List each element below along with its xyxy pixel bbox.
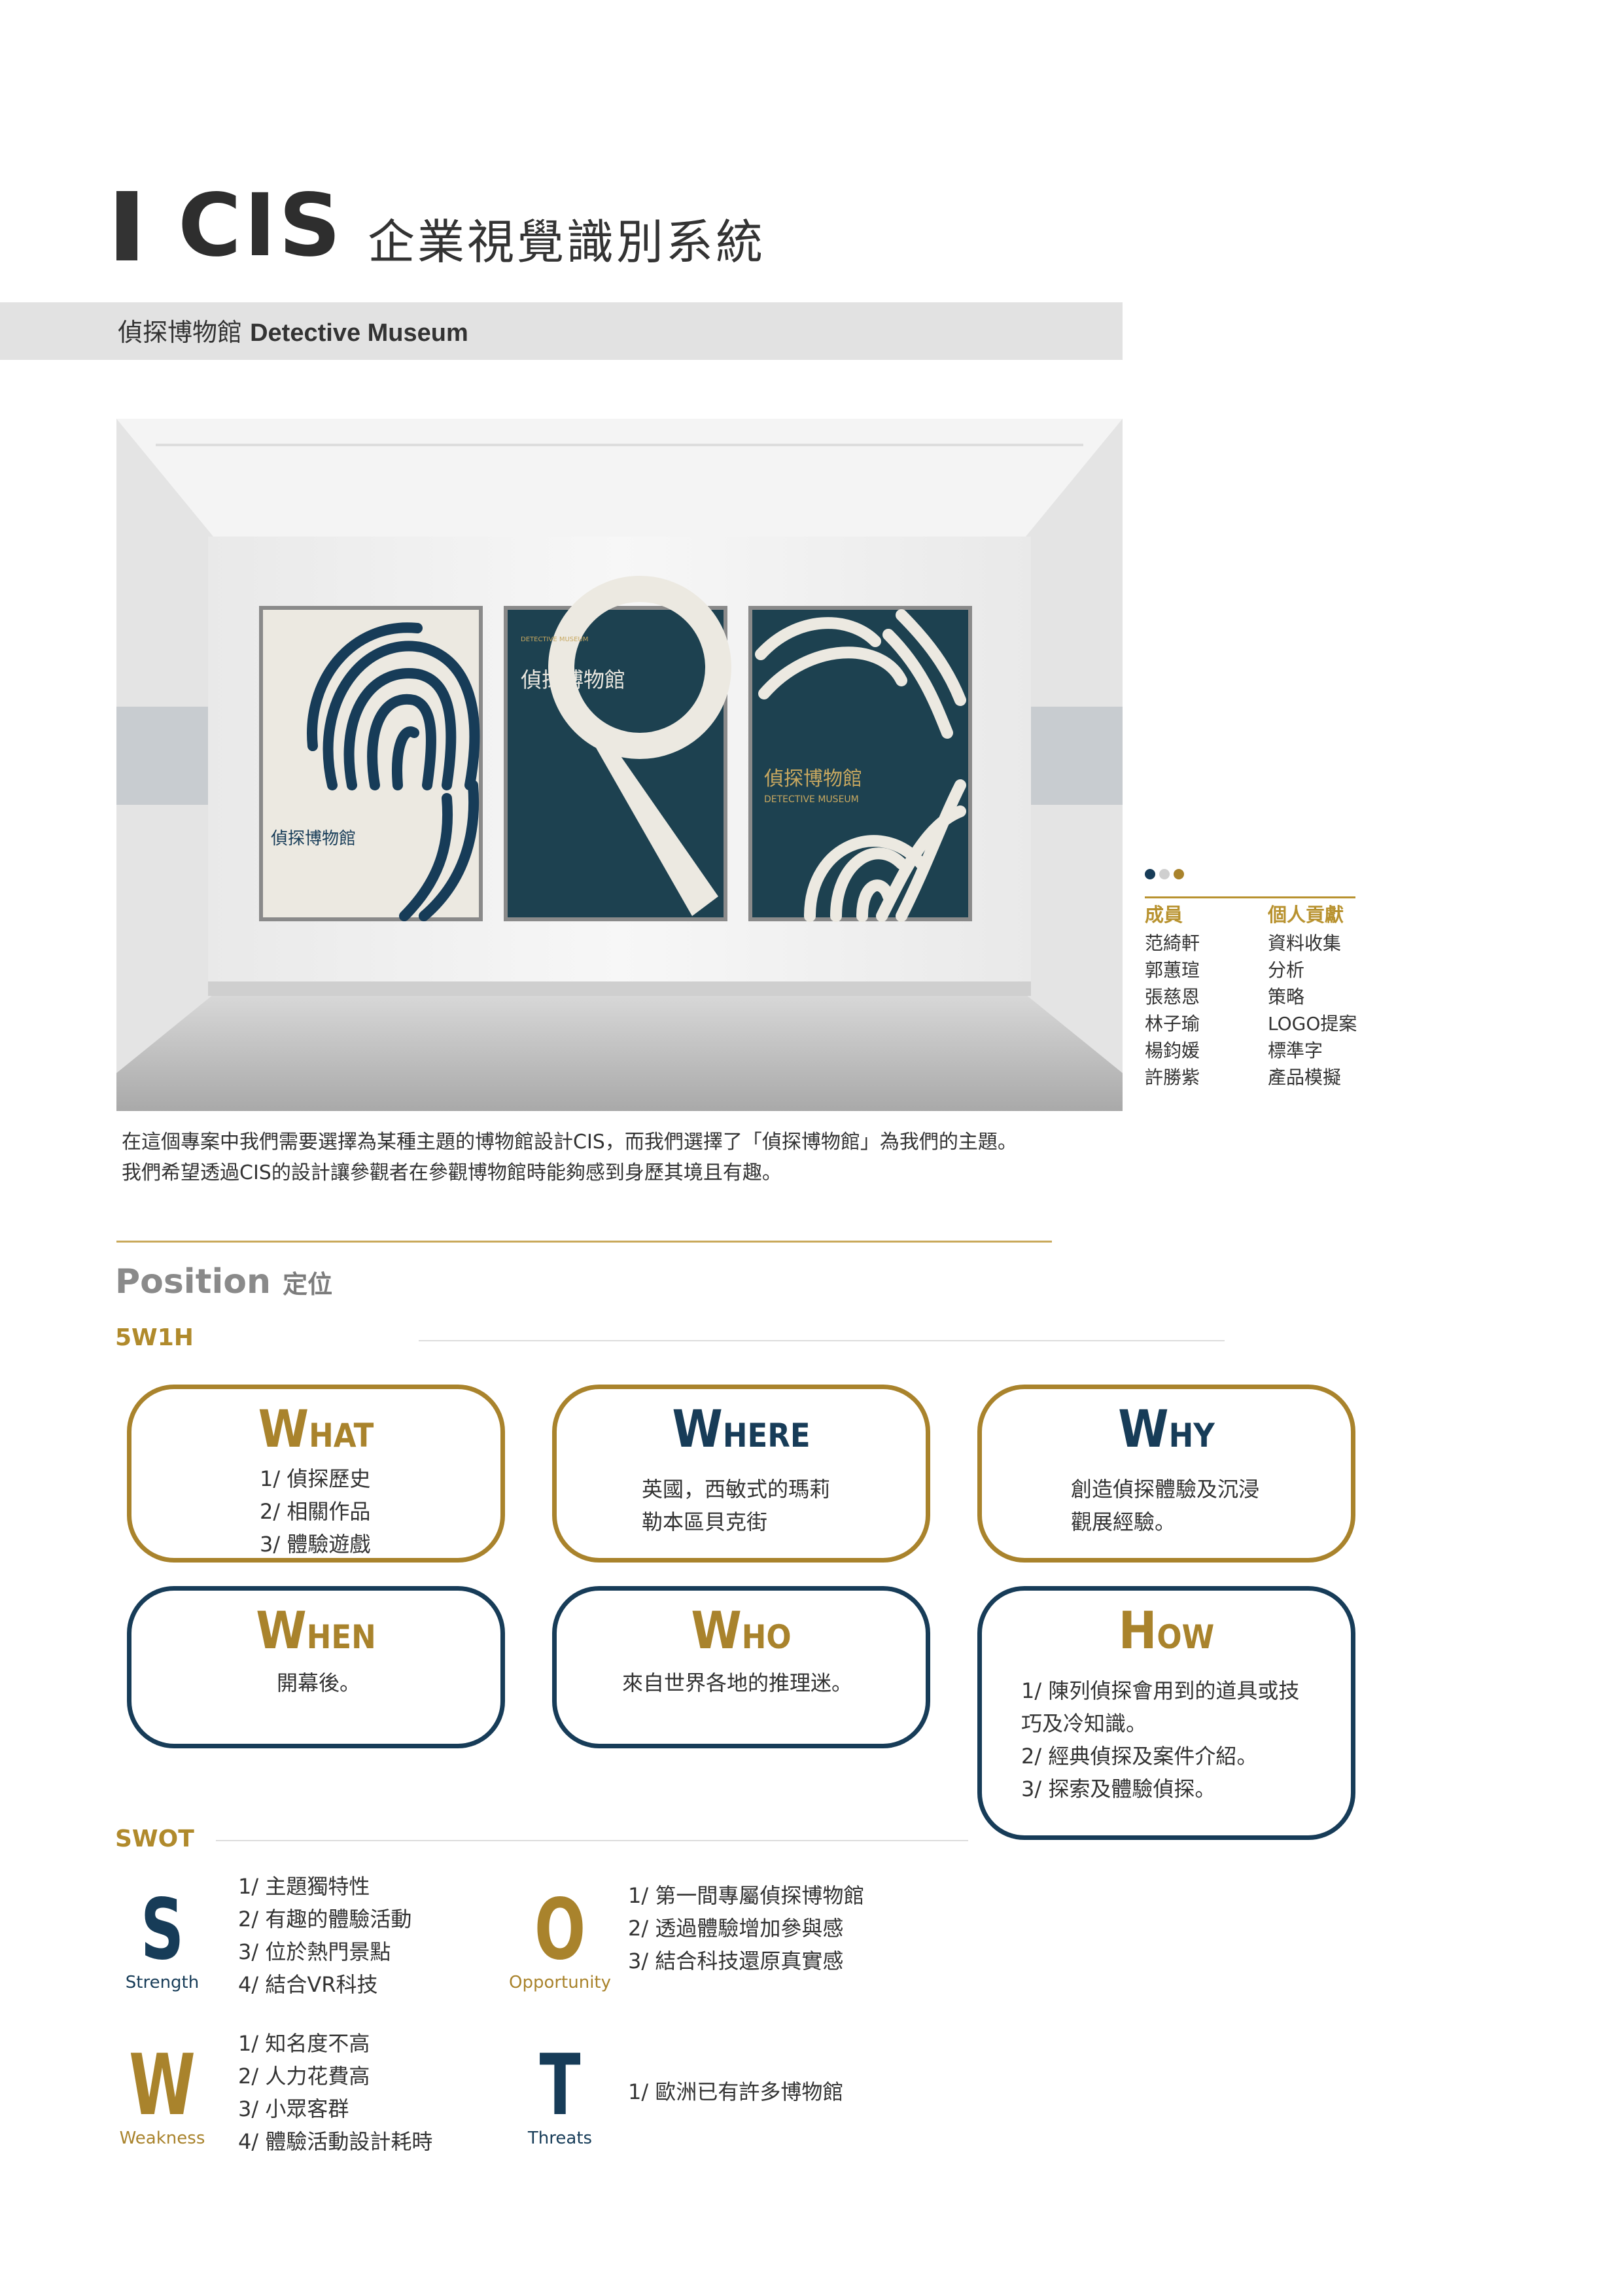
member-name: 許勝紫 bbox=[1145, 1067, 1200, 1088]
position-heading: Position 定位 bbox=[115, 1259, 332, 1307]
swot-w-list: 1/ 知名度不高 2/ 人力花費高 3/ 小眾客群 4/ 體驗活動設計耗時 bbox=[238, 2031, 433, 2154]
poster-2-brand: DETECTIVE MUSEUM bbox=[521, 636, 588, 643]
swot-w-letter: W bbox=[129, 2037, 196, 2134]
swot-t-letter: T bbox=[539, 2037, 581, 2134]
swot-o-letter: O bbox=[534, 1881, 586, 1979]
member-role: 策略 bbox=[1268, 986, 1305, 1008]
pagination-dots bbox=[1145, 869, 1188, 882]
members-header-role: 個人貢獻 bbox=[1268, 904, 1344, 926]
label-5w1h: 5W1H bbox=[115, 1324, 194, 1351]
gallery-mockup-image: 偵探博物館 偵探博物館 DETECTIVE MUSEUM 偵探博物館 DETEC… bbox=[116, 419, 1123, 1111]
project-description: 在這個專案中我們需要選擇為某種主題的博物館設計CIS，而我們選擇了「偵探博物館」… bbox=[122, 1127, 1142, 1188]
subtitle: 偵探博物館 Detective Museum bbox=[118, 314, 468, 351]
poster-3-title: 偵探博物館 bbox=[764, 768, 862, 790]
card-when-title: WHEN bbox=[256, 1602, 376, 1661]
card-what-title: WHAT bbox=[258, 1400, 374, 1459]
poster-1-title: 偵探博物館 bbox=[271, 829, 356, 849]
divider-5w1h bbox=[419, 1340, 1225, 1341]
label-swot: SWOT bbox=[115, 1826, 194, 1852]
section-divider bbox=[116, 1241, 1052, 1243]
card-who: WHO 來自世界各地的推理迷。 bbox=[552, 1586, 930, 1748]
member-role: 資料收集 bbox=[1268, 932, 1342, 954]
card-why-title: WHY bbox=[1118, 1400, 1215, 1459]
dot-grey bbox=[1159, 869, 1170, 879]
member-name: 張慈恩 bbox=[1145, 986, 1200, 1008]
member-row: 范綺軒 資料收集 bbox=[1145, 930, 1362, 957]
card-how: HOW 1/ 陳列偵探會用到的道具或技 巧及冷知識。 2/ 經典偵探及案件介紹。 3/… bbox=[977, 1586, 1355, 1840]
swot-t-list: 1/ 歐洲已有許多博物館 bbox=[628, 2079, 844, 2104]
members-header-name: 成員 bbox=[1145, 904, 1183, 926]
subtitle-zh: 偵探博物館 bbox=[118, 318, 243, 347]
description-line-1: 在這個專案中我們需要選擇為某種主題的博物館設計CIS，而我們選擇了「偵探博物館」… bbox=[122, 1131, 1017, 1154]
position-title: Position bbox=[115, 1262, 271, 1301]
card-where-title: WHERE bbox=[672, 1400, 811, 1459]
subtitle-en: Detective Museum bbox=[250, 319, 468, 347]
member-role: 分析 bbox=[1268, 959, 1305, 981]
card-when: WHEN 開幕後。 bbox=[127, 1586, 505, 1748]
member-name: 范綺軒 bbox=[1145, 932, 1200, 954]
card-who-body: 來自世界各地的推理迷。 bbox=[622, 1670, 853, 1695]
member-name: 林子瑜 bbox=[1145, 1013, 1200, 1034]
position-title-zh: 定位 bbox=[283, 1270, 333, 1299]
poster-3-brand: DETECTIVE MUSEUM bbox=[764, 794, 859, 805]
member-row: 張慈恩 策略 bbox=[1145, 983, 1362, 1010]
card-how-body: 1/ 陳列偵探會用到的道具或技 巧及冷知識。 2/ 經典偵探及案件介紹。 3/ 探索及… bbox=[1021, 1678, 1300, 1801]
gallery-illustration: 偵探博物館 偵探博物館 DETECTIVE MUSEUM 偵探博物館 DETEC… bbox=[116, 419, 1123, 1111]
member-row: 楊鈞媛 標準字 bbox=[1145, 1037, 1362, 1064]
divider-swot bbox=[216, 1840, 968, 1841]
member-row: 林子瑜 LOGO提案 bbox=[1145, 1010, 1362, 1037]
card-where: WHERE 英國，西敏式的瑪莉 勒本區貝克街 bbox=[552, 1385, 930, 1563]
swot-w-word: Weakness bbox=[119, 2128, 205, 2148]
members-table: 成員 個人貢獻 范綺軒 資料收集 郭蕙瑄 分析 張慈恩 策略 林子瑜 LOGO提案 楊鈞… bbox=[1145, 896, 1362, 1091]
title-accent-bar bbox=[116, 191, 137, 260]
card-who-title: WHO bbox=[691, 1602, 792, 1661]
members-top-rule bbox=[1145, 896, 1355, 898]
card-why: WHY 創造偵探體驗及沉浸 觀展經驗。 bbox=[977, 1385, 1355, 1563]
swot-s-word: Strength bbox=[125, 1973, 200, 1992]
members-header: 成員 個人貢獻 bbox=[1145, 900, 1362, 930]
member-role: LOGO提案 bbox=[1268, 1013, 1357, 1034]
swot-s-letter: S bbox=[140, 1881, 184, 1979]
description-line-2: 我們希望透過CIS的設計讓參觀者在參觀博物館時能夠感到身歷其境且有趣。 bbox=[122, 1161, 782, 1184]
member-role: 標準字 bbox=[1268, 1040, 1323, 1061]
swot-t-word: Threats bbox=[527, 2128, 593, 2148]
member-row: 郭蕙瑄 分析 bbox=[1145, 957, 1362, 983]
swot-o-list: 1/ 第一間專屬偵探博物館 2/ 透過體驗增加參與感 3/ 結合科技還原真實感 bbox=[628, 1883, 865, 1973]
card-when-body: 開幕後。 bbox=[277, 1670, 361, 1695]
member-name: 郭蕙瑄 bbox=[1145, 959, 1200, 981]
card-how-title: HOW bbox=[1118, 1602, 1215, 1661]
card-why-body: 創造偵探體驗及沉浸 觀展經驗。 bbox=[1071, 1477, 1260, 1534]
card-what-body: 1/ 偵探歷史 2/ 相關作品 3/ 體驗遊戲 bbox=[260, 1466, 371, 1557]
page-title: CIS bbox=[178, 175, 344, 276]
swot-s-list: 1/ 主題獨特性 2/ 有趣的體驗活動 3/ 位於熱門景點 4/ 結合VR科技 bbox=[238, 1874, 412, 1997]
page-title-zh: 企業視覺識別系統 bbox=[368, 215, 766, 270]
card-what: WHAT 1/ 偵探歷史 2/ 相關作品 3/ 體驗遊戲 bbox=[127, 1385, 505, 1563]
dot-gold bbox=[1174, 869, 1184, 879]
swot-o-word: Opportunity bbox=[508, 1973, 612, 1992]
card-where-body: 英國，西敏式的瑪莉 勒本區貝克街 bbox=[642, 1477, 831, 1534]
member-row: 許勝紫 產品模擬 bbox=[1145, 1064, 1362, 1091]
member-role: 產品模擬 bbox=[1268, 1067, 1342, 1088]
poster-2-title: 偵探博物館 bbox=[521, 667, 625, 692]
dot-navy bbox=[1145, 869, 1155, 879]
member-name: 楊鈞媛 bbox=[1145, 1040, 1200, 1061]
